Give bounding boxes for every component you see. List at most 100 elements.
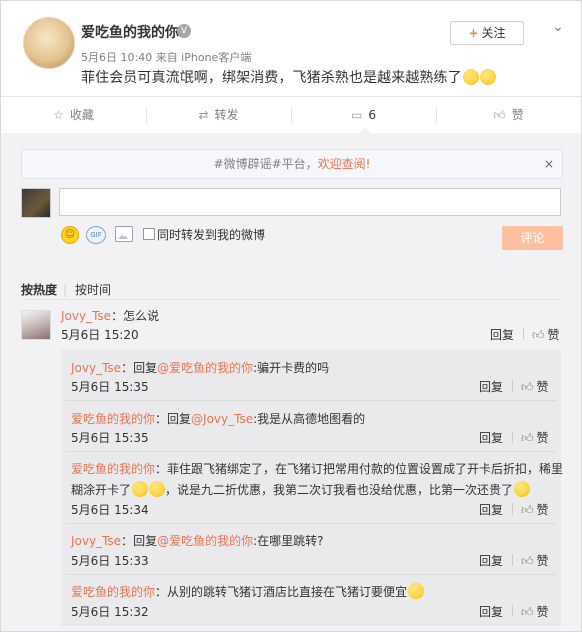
thumbs-up-icon: 👍︎ [521, 605, 534, 619]
divider [512, 431, 513, 443]
favorite-label: 收藏 [69, 108, 94, 122]
current-user-avatar [21, 188, 51, 218]
grimace-emoji-icon [479, 69, 496, 85]
reply-body: 爱吃鱼的我的你：回复@Jovy_Tse:我是从高德地图看的 [71, 410, 365, 427]
like-label: 赞 [536, 380, 549, 394]
like-button[interactable]: 👍︎ 赞 [521, 603, 549, 620]
reply-text: ：从别的跳转飞猪订酒店比直接在飞猪订要便宜 [155, 585, 408, 599]
divider [66, 523, 556, 524]
reply-author[interactable]: Jovy_Tse [71, 534, 121, 548]
like-button[interactable]: 👍︎ 赞 [521, 429, 549, 446]
mention-link[interactable]: @爱吃鱼的我的你 [157, 361, 253, 375]
tab-sort-time[interactable]: 按时间 [75, 281, 111, 298]
mention-link[interactable]: @Jovy_Tse [191, 412, 253, 426]
reply-prefix: ：回复 [121, 361, 158, 375]
comment-text: ：怎么说 [111, 309, 160, 323]
reply-button[interactable]: 回复 [490, 326, 514, 343]
plus-icon: + [468, 26, 479, 40]
like-label: 赞 [536, 605, 549, 619]
submit-comment-button[interactable]: 评论 [502, 226, 563, 250]
reply-time: 5月6日 15:33 [71, 554, 149, 568]
reply-time: 5月6日 15:35 [71, 431, 149, 445]
mention-link[interactable]: @爱吃鱼的我的你 [157, 534, 253, 548]
repost-checkbox-label: 同时转发到我的微博 [157, 228, 266, 242]
like-button[interactable]: 👍︎ 赞 [521, 378, 549, 395]
reply-text: 糊涂开卡了 [71, 483, 132, 497]
author-avatar[interactable] [23, 17, 75, 69]
like-label: 赞 [536, 503, 549, 517]
divider [66, 451, 556, 452]
author-name[interactable]: 爱吃鱼的我的你 [81, 22, 179, 42]
chevron-down-icon[interactable]: ⌄ [549, 18, 567, 36]
grin-emoji-icon [149, 481, 166, 497]
reply-prefix: ：回复 [155, 412, 192, 426]
divider [512, 380, 513, 392]
post-meta: 5月6日 10:40 来自 iPhone客户端 [81, 51, 252, 64]
like-label: 赞 [536, 431, 549, 445]
notice-link[interactable]: 欢迎查阅! [318, 157, 371, 171]
reply-button[interactable]: 回复 [479, 552, 503, 569]
like-label: 赞 [511, 108, 524, 122]
divider [512, 554, 513, 566]
member-badge-icon: V [177, 24, 191, 38]
reply-body: Jovy_Tse：回复@爱吃鱼的我的你:在哪里跳转? [71, 532, 324, 549]
reply-time: 5月6日 15:35 [71, 380, 149, 394]
repost-label: 转发 [214, 108, 239, 122]
comment-count: 6 [368, 108, 376, 122]
follow-button[interactable]: + 关注 [450, 21, 524, 45]
reply-button[interactable]: 回复 [479, 501, 503, 518]
reply-button[interactable]: 回复 [479, 378, 503, 395]
grin-emoji-icon [132, 481, 149, 497]
comment-input[interactable] [59, 188, 561, 216]
divider [66, 574, 556, 575]
post-text-content: 菲住会员可真流氓啊，绑架消费，飞猪杀熟也是越来越熟练了 [81, 70, 462, 86]
post-text: 菲住会员可真流氓啊，绑架消费，飞猪杀熟也是越来越熟练了 [81, 67, 561, 87]
reply-button[interactable]: 回复 [479, 429, 503, 446]
notice-text: #微博辟谣#平台， [213, 157, 318, 171]
like-button[interactable]: 👍︎ 赞 [521, 552, 549, 569]
commenter-name[interactable]: Jovy_Tse [61, 309, 111, 323]
gif-icon[interactable]: GIF [86, 226, 106, 244]
thumbs-up-icon: 👍︎ [532, 328, 545, 342]
like-label: 赞 [547, 328, 560, 342]
reply-body-continued: 糊涂开卡了 ，说是九二折优惠，我第二次订我看也没给优惠，比第一次还贵了 [71, 481, 531, 498]
reply-author[interactable]: 爱吃鱼的我的你 [71, 462, 155, 476]
divider [66, 400, 556, 401]
repost-button[interactable]: ⇄ 转发 [146, 97, 291, 133]
reply-author[interactable]: 爱吃鱼的我的你 [71, 585, 155, 599]
repost-icon: ⇄ [198, 108, 209, 122]
like-button[interactable]: 👍︎ 赞 [532, 326, 560, 343]
divider [523, 328, 524, 340]
reply-text: :在哪里跳转? [253, 534, 324, 548]
like-label: 赞 [536, 554, 549, 568]
reply-time: 5月6日 15:34 [71, 503, 149, 517]
close-icon[interactable]: × [544, 150, 554, 178]
image-icon[interactable] [115, 226, 133, 242]
grimace-emoji-icon [408, 583, 425, 599]
reply-button[interactable]: 回复 [479, 603, 503, 620]
reply-author[interactable]: 爱吃鱼的我的你 [71, 412, 155, 426]
comment-body: Jovy_Tse：怎么说 [61, 307, 159, 324]
reply-time: 5月6日 15:32 [71, 605, 149, 619]
reply-author[interactable]: Jovy_Tse [71, 361, 121, 375]
thumbs-up-icon: 👍︎ [521, 503, 534, 517]
divider [512, 605, 513, 617]
reply-text: :骗开卡费的吗 [253, 361, 330, 375]
like-button[interactable]: 👍︎ 赞 [436, 97, 581, 133]
commenter-avatar[interactable] [21, 310, 51, 340]
reply-text: ，说是九二折优惠，我第二次订我看也没给优惠，比第一次还贵了 [165, 483, 514, 497]
grimace-emoji-icon [514, 481, 531, 497]
like-button[interactable]: 👍︎ 赞 [521, 501, 549, 518]
repost-checkbox[interactable] [143, 228, 155, 240]
action-bar: ☆ 收藏 ⇄ 转发 ▭ 6 👍︎ 赞 [1, 96, 581, 134]
tab-sort-hot[interactable]: 按热度 [21, 281, 57, 298]
tab-separator: | [63, 283, 68, 297]
star-icon: ☆ [53, 108, 64, 122]
emoji-icon[interactable]: ☺ [61, 226, 79, 244]
reply-prefix: ：回复 [121, 534, 158, 548]
favorite-button[interactable]: ☆ 收藏 [1, 97, 146, 133]
reply-body: Jovy_Tse：回复@爱吃鱼的我的你:骗开卡费的吗 [71, 359, 329, 376]
thumbs-up-icon: 👍︎ [521, 431, 534, 445]
reply-body: 爱吃鱼的我的你：从别的跳转飞猪订酒店比直接在飞猪订要便宜 [71, 583, 425, 600]
divider [512, 503, 513, 515]
